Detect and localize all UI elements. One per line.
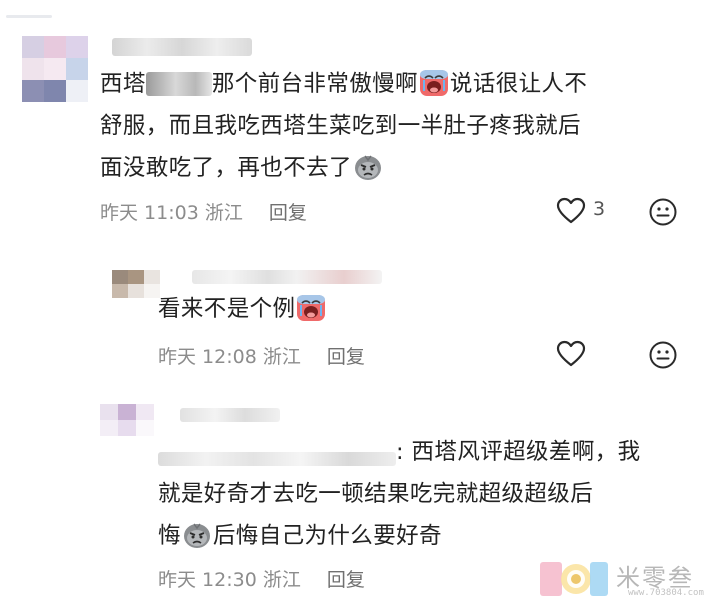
grumpy-face-emoji (182, 521, 212, 549)
comment-text-part: 看来不是个例 (158, 296, 296, 322)
location: 浙江 (262, 346, 301, 368)
heart-outline-icon[interactable] (556, 197, 586, 225)
like-count: 3 (593, 198, 606, 220)
watermark-logo (540, 562, 608, 596)
comment-text: 西塔 那个前台非常傲慢啊 说话很让人不 (100, 63, 587, 105)
avatar[interactable] (112, 270, 160, 298)
comment-text-part: 后悔自己为什么要好奇 (212, 523, 442, 549)
timestamp: 昨天 12:08 (158, 346, 257, 368)
reply-button[interactable]: 回复 (327, 569, 365, 591)
reply-button[interactable]: 回复 (269, 202, 307, 224)
mention-redacted[interactable] (158, 452, 396, 466)
grumpy-face-emoji (353, 153, 383, 181)
comment-text-part: 西塔 (100, 71, 146, 97)
location: 浙江 (204, 202, 243, 224)
comment-text-line3: 悔 后悔自己为什么要好奇 (158, 515, 442, 557)
top-bar (0, 0, 712, 26)
comment-text-part: 面没敢吃了，再也不去了 (100, 155, 352, 181)
reply-button[interactable]: 回复 (327, 346, 365, 368)
comment-meta: 昨天 11:03 浙江 回复 (100, 198, 307, 225)
location: 浙江 (262, 569, 301, 591)
tab-indicator (6, 15, 52, 18)
avatar[interactable] (22, 36, 88, 102)
crying-face-emoji (296, 294, 326, 322)
timestamp: 昨天 11:03 (100, 202, 199, 224)
crying-face-emoji (419, 69, 449, 97)
comment-text-line3: 面没敢吃了，再也不去了 (100, 147, 384, 189)
smiley-face-icon[interactable] (648, 197, 678, 227)
timestamp: 昨天 12:30 (158, 569, 257, 591)
comment-text: : 西塔风评超级差啊，我 (396, 439, 641, 465)
watermark-url: www.703804.com (628, 588, 704, 598)
comment-meta: 昨天 12:08 浙江 回复 (158, 342, 365, 369)
comment-text-part: 说话很让人不 (449, 71, 588, 97)
username-redacted[interactable] (180, 408, 280, 422)
comment-text-part: 悔 (158, 523, 181, 549)
comment-text-line2: 就是好奇才去吃一顿结果吃完就超级超级后 (158, 481, 594, 507)
redacted-text (145, 72, 212, 96)
username-redacted[interactable] (192, 270, 382, 284)
comment-meta: 昨天 12:30 浙江 回复 (158, 565, 365, 592)
watermark: 米零叁 www.703804.com (540, 556, 708, 604)
heart-outline-icon[interactable] (556, 340, 586, 368)
comment-text: 看来不是个例 (158, 288, 327, 330)
username-redacted[interactable] (112, 38, 252, 56)
comment-text-part: 那个前台非常傲慢啊 (211, 71, 418, 97)
smiley-face-icon[interactable] (648, 340, 678, 370)
comment-text-line2: 舒服，而且我吃西塔生菜吃到一半肚子疼我就后 (100, 113, 581, 139)
avatar[interactable] (100, 404, 154, 436)
